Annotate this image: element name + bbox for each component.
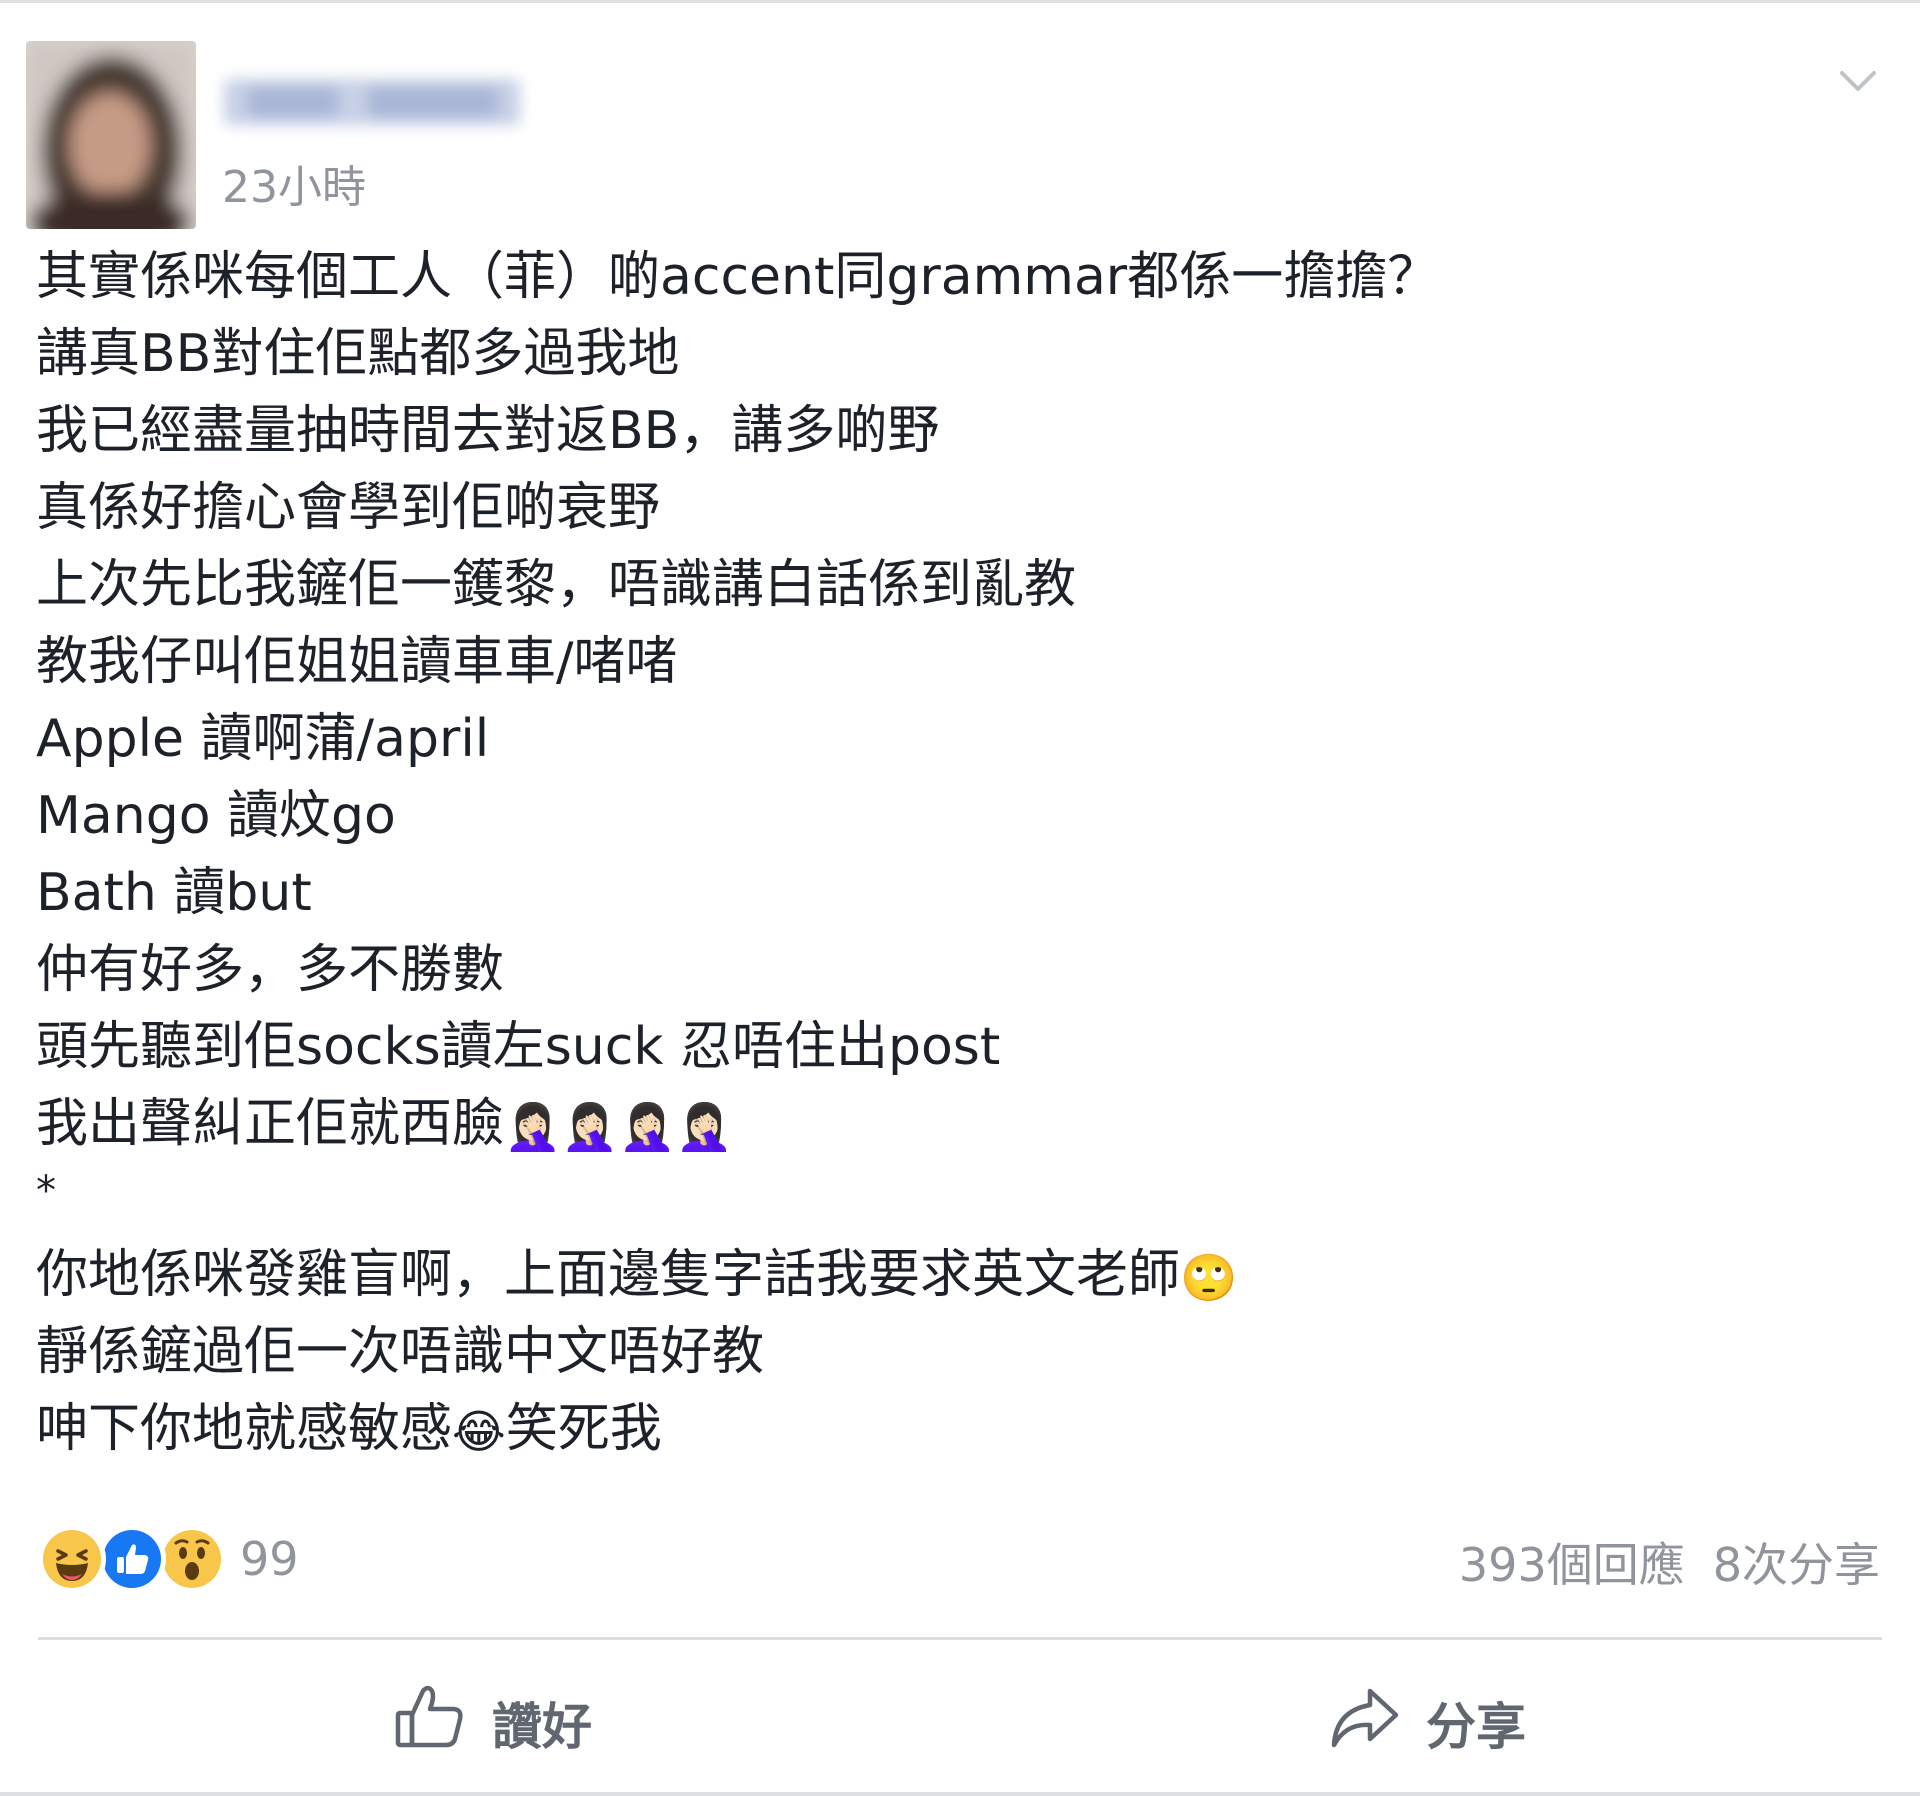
avatar-image [26,41,196,229]
post-line-text: 你地係咪發雞盲啊，上面邊隻字話我要求英文老師 [36,1245,1181,1305]
post-line: 我已經盡量抽時間去對返BB，講多啲野 [36,401,940,461]
like-icon [98,1525,166,1593]
post-line: 仲有好多，多不勝數 [36,940,505,1000]
post-line: Mango 讀炆go [36,786,396,846]
post-line: Bath 讀but [36,863,312,923]
post-line-text: 呻下你地就感敏感 [36,1399,453,1459]
author-name[interactable] [218,69,524,133]
post-line: 其實係咪每個工人（菲）啲accent同grammar都係一擔擔？ [36,247,1440,307]
thumbs-up-icon [392,1679,468,1767]
shares-count-link[interactable]: 8次分享 [1713,1529,1880,1595]
post-card: 23小時 其實係咪每個工人（菲）啲accent同grammar都係一擔擔？ 講真… [0,0,1920,1796]
post-body: 其實係咪每個工人（菲）啲accent同grammar都係一擔擔？ 講真BB對住佢… [36,239,1886,1468]
post-line: * [36,1168,56,1214]
post-line: 呻下你地就感敏感😂笑死我 [36,1391,1886,1468]
author-avatar[interactable] [26,41,196,229]
chevron-down-icon[interactable] [1834,63,1882,99]
post-line-text: 笑死我 [505,1399,662,1459]
post-line-text: 我出聲糾正佢就西臉 [36,1094,505,1154]
post-line: 靜係鏟過佢一次唔識中文唔好教 [36,1322,765,1382]
share-button-label: 分享 [1426,1698,1526,1756]
reactions-summary[interactable]: 99 [38,1525,299,1593]
tears-of-joy-emoji-icon: 😂 [452,1404,506,1459]
post-timestamp[interactable]: 23小時 [222,151,366,215]
post-line: 頭先聽到佢socks讀左suck 忍唔住出post [36,1017,1001,1077]
like-button-label: 讚好 [492,1698,592,1756]
post-line: 上次先比我鏟佢一鑊黎，唔識講白話係到亂教 [36,555,1077,615]
share-button[interactable]: 分享 [1326,1683,1526,1763]
rolling-eyes-emoji-icon: 🙄 [1180,1250,1238,1305]
post-line: 教我仔叫佢姐姐讀車車/啫啫 [36,632,678,692]
divider [38,1637,1882,1640]
wow-icon [158,1525,226,1593]
post-line: 你地係咪發雞盲啊，上面邊隻字話我要求英文老師🙄 [36,1237,1886,1314]
post-line: 講真BB對住佢點都多過我地 [36,324,680,384]
post-line: Apple 讀啊蒲/april [36,709,490,769]
post-line: 真係好擔心會學到佢啲衰野 [36,478,661,538]
facepalm-emoji-icon: 🤦🏻‍♀️🤦🏻‍♀️🤦🏻‍♀️🤦🏻‍♀️ [504,1099,734,1154]
reaction-count[interactable]: 99 [240,1532,299,1586]
comments-count-link[interactable]: 393個回應 [1459,1529,1685,1595]
haha-icon [38,1525,106,1593]
like-button[interactable]: 讚好 [392,1683,592,1763]
post-line: 我出聲糾正佢就西臉🤦🏻‍♀️🤦🏻‍♀️🤦🏻‍♀️🤦🏻‍♀️ [36,1086,1886,1163]
share-arrow-icon [1326,1679,1402,1767]
post-stats: 393個回應 8次分享 [1459,1529,1880,1595]
